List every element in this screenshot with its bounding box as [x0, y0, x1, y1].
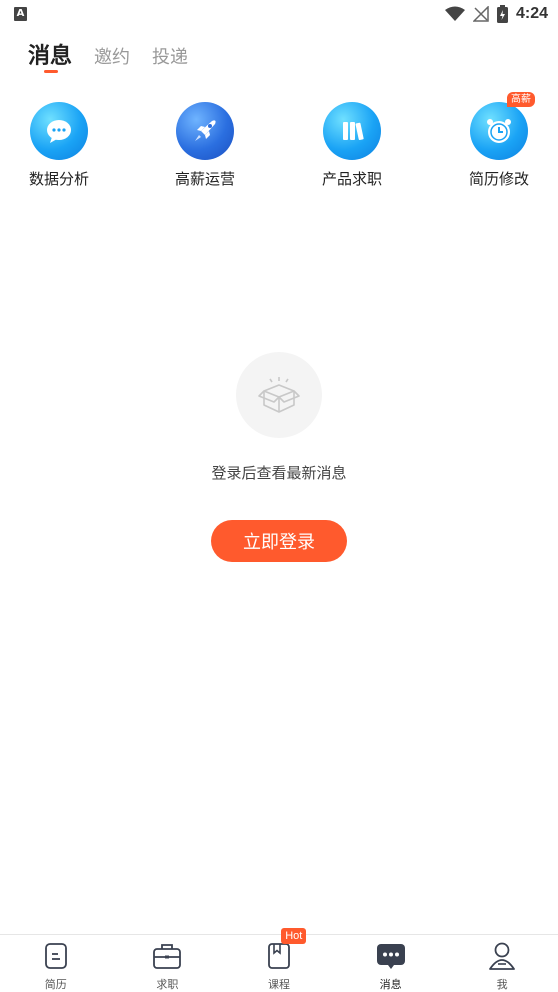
- status-icons: 4:24: [444, 4, 548, 24]
- profile-icon: [487, 941, 517, 971]
- books-icon: [323, 102, 381, 160]
- nav-label: 消息: [379, 978, 402, 991]
- nav-messages[interactable]: 消息: [335, 935, 447, 992]
- entry-label: 简历修改: [468, 170, 529, 188]
- active-tab-indicator: [44, 70, 58, 73]
- wifi-icon: [444, 6, 465, 21]
- entry-label: 高薪运营: [174, 170, 235, 188]
- entry-product-jobs[interactable]: 产品求职: [302, 100, 402, 195]
- entry-label: 数据分析: [28, 170, 89, 188]
- chat-bubble-icon: [30, 102, 88, 160]
- message-icon: [376, 941, 406, 971]
- empty-message: 登录后查看最新消息: [211, 464, 347, 482]
- battery-charging-icon: [496, 5, 508, 23]
- briefcase-icon: [152, 941, 182, 971]
- tab-messages[interactable]: 消息: [28, 38, 72, 70]
- no-signal-icon: [472, 6, 489, 22]
- status-bar: A 4:24: [0, 0, 558, 30]
- course-book-icon: [264, 941, 294, 971]
- resume-icon: [41, 941, 71, 971]
- app-notification-icon: A: [14, 7, 27, 21]
- hot-badge: Hot: [281, 928, 307, 944]
- rocket-icon: [176, 102, 234, 160]
- entry-label: 产品求职: [321, 170, 382, 188]
- open-box-icon: [236, 352, 322, 438]
- alarm-clock-icon: [470, 102, 528, 160]
- high-salary-badge: 高薪: [507, 92, 535, 107]
- login-button[interactable]: 立即登录: [211, 520, 347, 562]
- quick-entries: 数据分析 高薪运营 产品求职 高薪 简历修改: [0, 92, 558, 195]
- tab-applications[interactable]: 投递: [152, 43, 188, 69]
- entry-high-salary-ops[interactable]: 高薪运营: [155, 100, 255, 195]
- nav-resume[interactable]: 简历: [0, 935, 112, 992]
- nav-label: 课程: [267, 978, 290, 991]
- nav-job-search[interactable]: 求职: [112, 935, 224, 992]
- nav-courses[interactable]: Hot 课程: [223, 928, 335, 992]
- entry-data-analysis[interactable]: 数据分析: [9, 100, 109, 195]
- clock: 4:24: [515, 5, 548, 22]
- nav-label: 我: [496, 978, 508, 991]
- nav-label: 求职: [156, 978, 179, 991]
- tab-invitations[interactable]: 邀约: [94, 43, 130, 69]
- entry-resume-edit[interactable]: 高薪 简历修改: [449, 92, 549, 195]
- nav-label: 简历: [44, 978, 67, 991]
- bottom-nav: 简历 求职 Hot 课程 消息 我: [0, 928, 558, 992]
- nav-profile[interactable]: 我: [446, 935, 558, 992]
